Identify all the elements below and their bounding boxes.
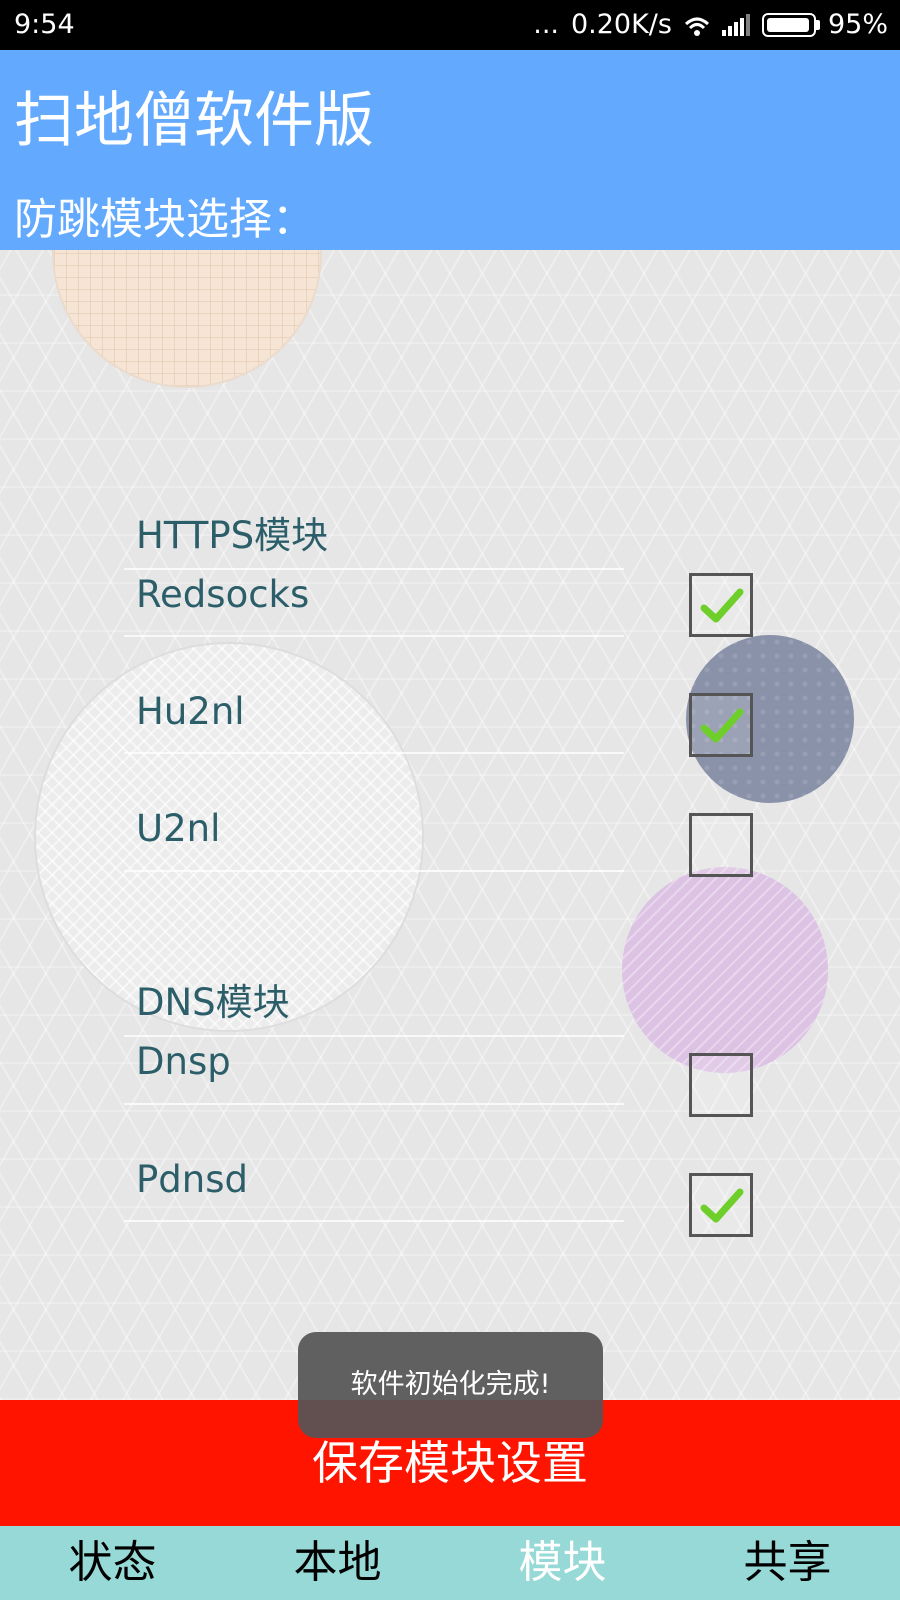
tab-status[interactable]: 状态	[0, 1526, 225, 1600]
status-bar: 9:54 ... 0.20K/s 95%	[0, 0, 900, 50]
divider	[124, 1103, 624, 1105]
battery-icon	[761, 12, 820, 37]
divider	[124, 1035, 624, 1037]
checkbox-dnsp[interactable]	[689, 1053, 753, 1117]
page-subtitle: 防跳模块选择：	[14, 195, 315, 245]
checkbox-pdnsd[interactable]	[689, 1173, 753, 1237]
checkbox-hu2nl[interactable]	[689, 693, 753, 757]
wifi-icon	[684, 14, 710, 36]
https-section-label: HTTPS模块	[136, 514, 329, 557]
battery-percent: 95%	[827, 9, 888, 40]
checkmark-icon	[700, 588, 744, 623]
tab-local[interactable]: 本地	[225, 1526, 450, 1600]
divider	[124, 870, 624, 872]
module-label-redsocks: Redsocks	[136, 573, 310, 616]
divider	[124, 752, 624, 754]
network-speed: 0.20K/s	[570, 9, 672, 40]
dns-section-label: DNS模块	[136, 981, 290, 1024]
divider	[124, 568, 624, 570]
bottom-tab-bar: 状态 本地 模块 共享	[0, 1526, 900, 1600]
signal-icon	[721, 13, 750, 36]
notification-dots-icon: ...	[533, 9, 559, 40]
module-label-u2nl: U2nl	[136, 807, 221, 850]
tab-share[interactable]: 共享	[675, 1526, 900, 1600]
checkmark-icon	[700, 1188, 744, 1223]
checkbox-redsocks[interactable]	[689, 573, 753, 637]
decor-circle-purple	[622, 867, 828, 1073]
status-time: 9:54	[14, 9, 75, 40]
checkmark-icon	[700, 708, 744, 743]
status-icons: ... 0.20K/s 95%	[533, 9, 888, 40]
module-label-hu2nl: Hu2nl	[136, 690, 245, 733]
toast-message: 软件初始化完成!	[298, 1332, 603, 1438]
app-title: 扫地僧软件版	[14, 86, 374, 156]
checkbox-u2nl[interactable]	[689, 813, 753, 877]
module-label-dnsp: Dnsp	[136, 1040, 231, 1083]
decor-circle-peach	[52, 250, 322, 388]
divider	[124, 1220, 624, 1222]
app-header: 扫地僧软件版 防跳模块选择：	[0, 50, 900, 250]
module-label-pdnsd: Pdnsd	[136, 1158, 249, 1201]
tab-modules[interactable]: 模块	[450, 1526, 675, 1600]
module-list-area: HTTPS模块 Redsocks Hu2nl U2nl DNS模块 Dnsp P…	[0, 250, 900, 1400]
divider	[124, 635, 624, 637]
